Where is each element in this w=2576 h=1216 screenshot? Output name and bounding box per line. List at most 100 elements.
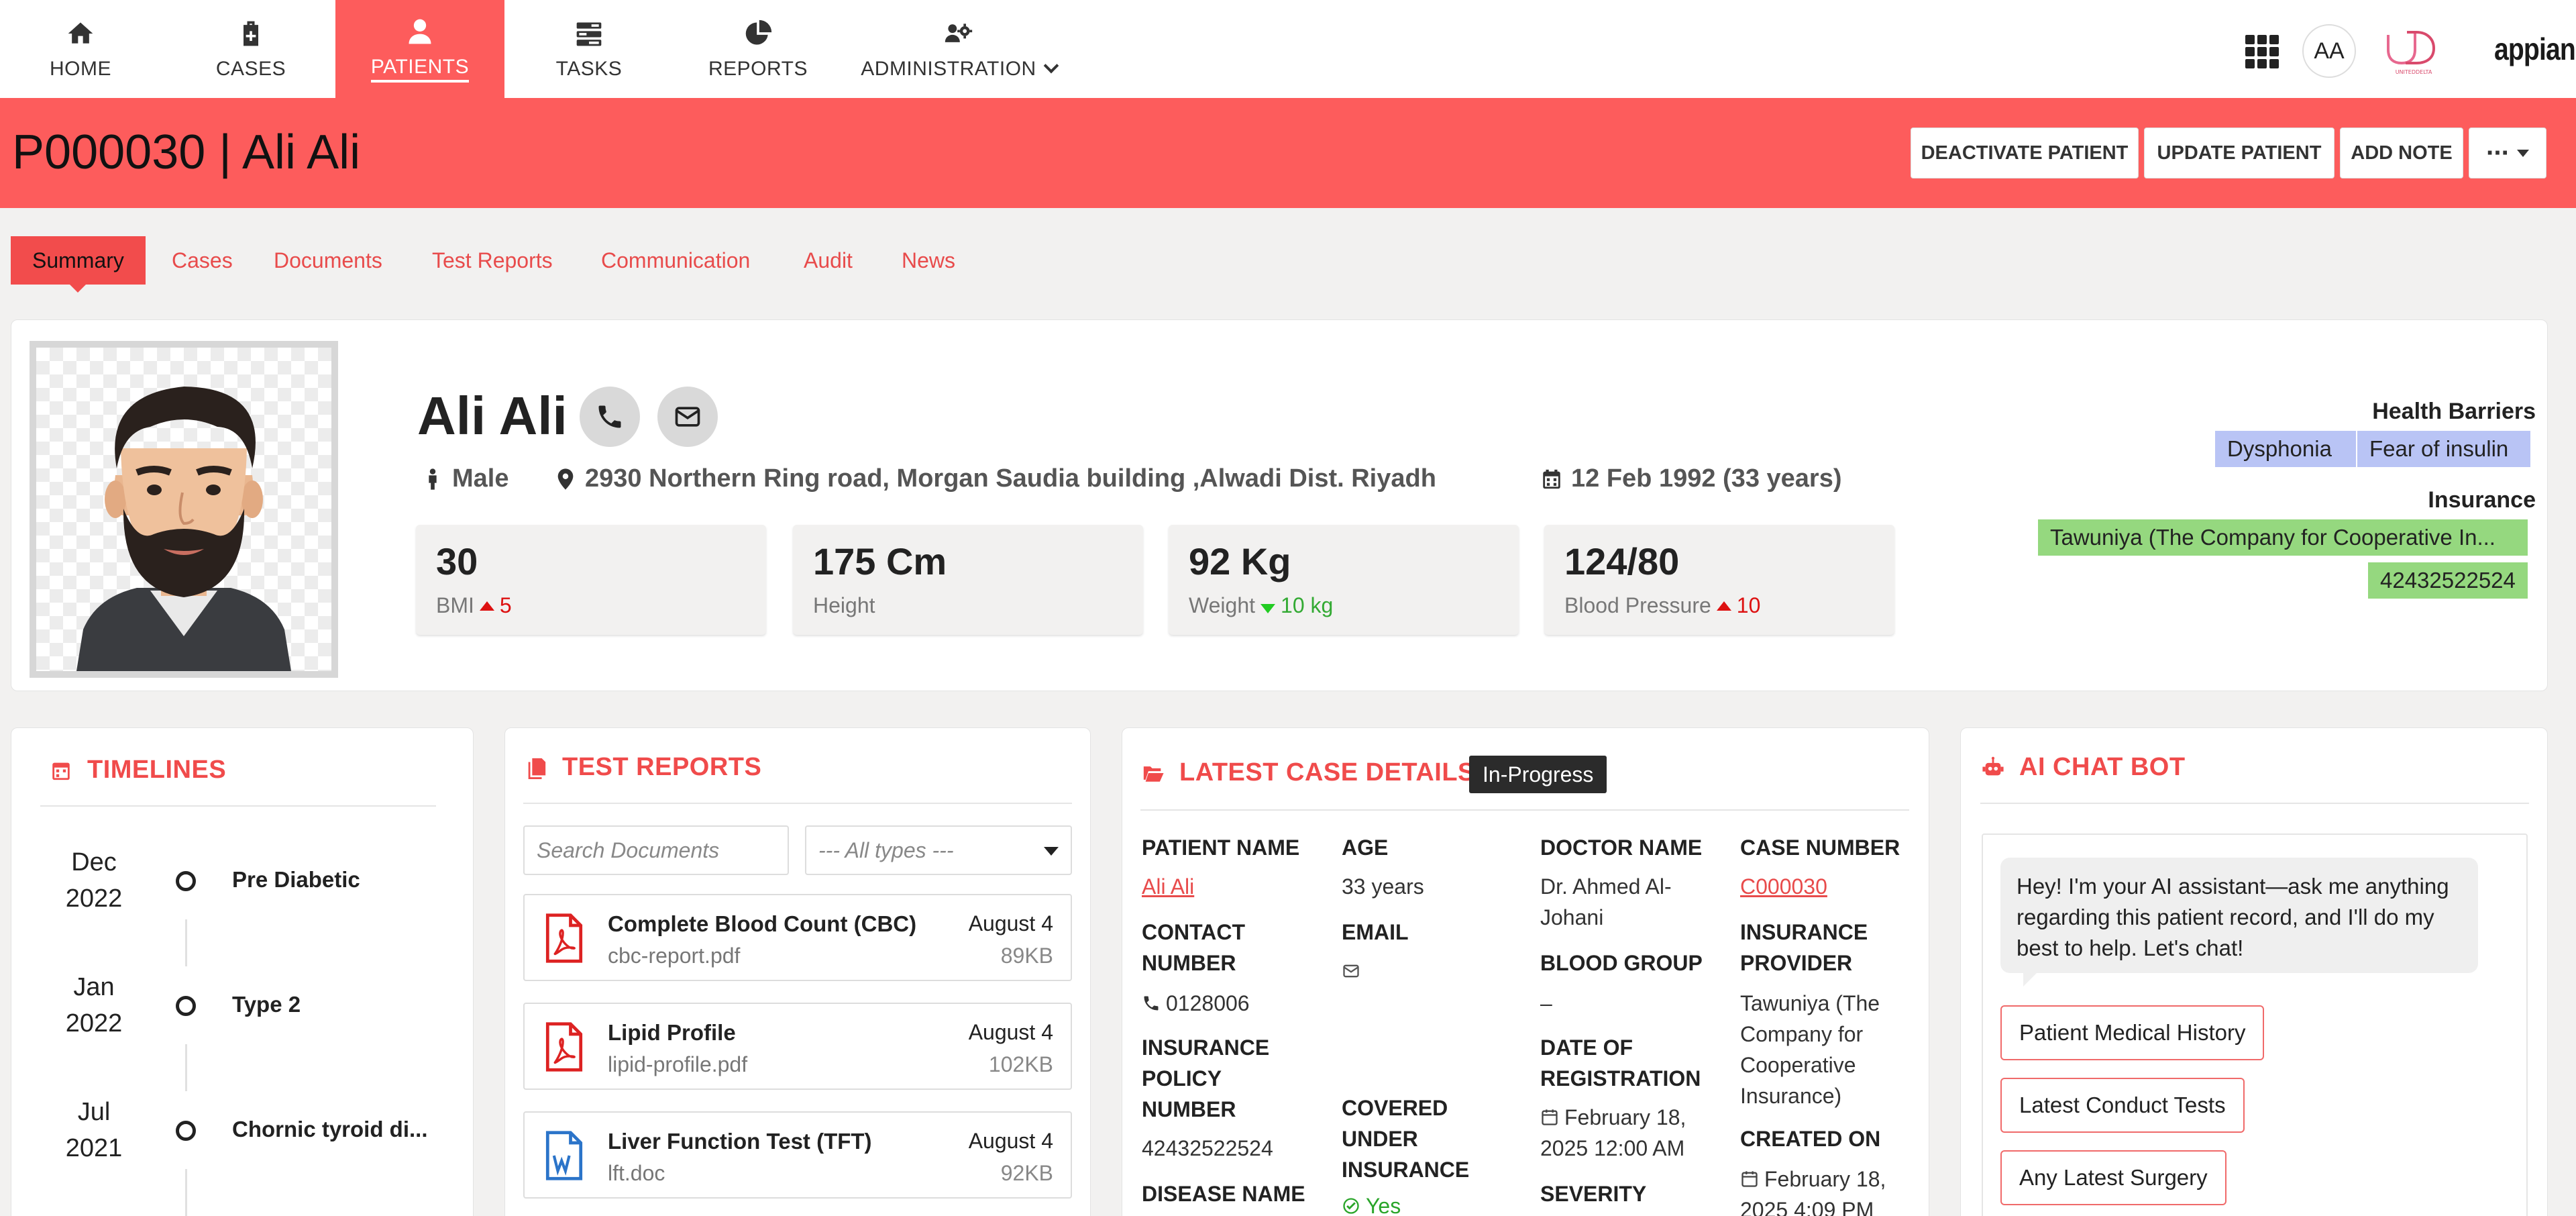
nav-tab-label: ADMINISTRATION <box>861 58 1059 81</box>
health-barrier-tag: Dysphonia <box>2215 431 2356 467</box>
suggestion-chip-latest-tests[interactable]: Latest Conduct Tests <box>2000 1078 2245 1133</box>
nav-tab-tasks[interactable]: TASKS <box>508 0 669 98</box>
envelope-icon <box>1343 964 1359 978</box>
phone-icon <box>1144 996 1159 1011</box>
field-label: SEVERITY <box>1540 1182 1647 1206</box>
divider <box>1140 809 1909 811</box>
timeline-dot <box>176 1121 196 1141</box>
users-gear-icon <box>943 17 975 50</box>
timeline-event[interactable]: Pre Diabetic <box>232 867 360 893</box>
timeline-month: Dec <box>71 848 117 876</box>
insurance-tag: Tawuniya (The Company for Cooperative In… <box>2038 519 2528 556</box>
chevron-down-icon <box>1043 58 1059 74</box>
divider <box>1980 803 2529 804</box>
map-marker-icon <box>557 468 574 490</box>
tab-summary[interactable]: Summary <box>11 236 146 293</box>
tab-cases[interactable]: Cases <box>172 236 233 285</box>
field-label-line: PROVIDER <box>1740 951 1853 975</box>
stat-blood-pressure: 124/80 Blood Pressure 10 <box>1544 525 1894 635</box>
insurance-provider-line: Tawuniya (The <box>1740 991 1880 1015</box>
stat-bmi: 30 BMI 5 <box>416 525 766 635</box>
document-item[interactable]: Lipid Profile lipid-profile.pdf August 4… <box>523 1003 1072 1090</box>
nav-tab-patients[interactable]: PATIENTS <box>335 0 504 98</box>
field-label: DISEASE NAME <box>1142 1182 1305 1206</box>
check-circle-icon <box>1343 1198 1359 1214</box>
phone-icon <box>598 405 621 428</box>
user-icon <box>404 15 436 48</box>
field-label-line: REGISTRATION <box>1540 1066 1701 1091</box>
more-actions-button[interactable]: ··· <box>2469 128 2546 179</box>
document-title: Liver Function Test (TFT) <box>608 1129 872 1154</box>
covered-text: Yes <box>1366 1194 1401 1216</box>
field-label-line: UNDER <box>1342 1127 1418 1151</box>
patient-photo <box>30 341 338 678</box>
deactivate-patient-button[interactable]: DEACTIVATE PATIENT <box>1911 128 2139 179</box>
document-date: August 4 <box>968 1020 1053 1044</box>
gender-text: Male <box>452 464 509 493</box>
divider <box>523 803 1072 804</box>
tab-communication[interactable]: Communication <box>601 236 750 285</box>
field-label-line: NUMBER <box>1142 1097 1236 1121</box>
timelines-heading: TIMELINES <box>50 756 226 784</box>
update-patient-button[interactable]: UPDATE PATIENT <box>2144 128 2334 179</box>
patient-summary-card <box>11 319 2548 691</box>
suggestion-chip-medical-history[interactable]: Patient Medical History <box>2000 1005 2265 1060</box>
patient-name-link[interactable]: Ali Ali <box>1142 871 1194 902</box>
stat-height: 175 Cm Height <box>793 525 1143 635</box>
stat-value: 175 Cm <box>813 540 947 582</box>
timeline-event[interactable]: Chornic tyroid di... <box>232 1117 428 1142</box>
folder-open-icon <box>1143 766 1164 782</box>
contact-number-text: 0128006 <box>1166 991 1250 1015</box>
timeline-event[interactable]: Type 2 <box>232 992 301 1017</box>
field-label: COVERED UNDER INSURANCE <box>1342 1093 1469 1185</box>
trend-up-icon <box>479 601 494 611</box>
add-note-button[interactable]: ADD NOTE <box>2340 128 2463 179</box>
tab-documents[interactable]: Documents <box>274 236 382 285</box>
nav-tab-label-text: ADMINISTRATION <box>861 58 1036 80</box>
stat-label: BMI <box>436 593 474 617</box>
nav-tab-reports[interactable]: REPORTS <box>678 0 839 98</box>
organization-logo: UNITEDDELTA <box>2387 31 2436 75</box>
stat-label: Height <box>813 593 875 617</box>
call-button[interactable] <box>580 387 640 447</box>
document-item[interactable]: Complete Blood Count (CBC) cbc-report.pd… <box>523 894 1072 981</box>
user-avatar[interactable]: AA <box>2302 24 2356 78</box>
nav-tab-home[interactable]: HOME <box>0 0 161 98</box>
nav-tab-administration[interactable]: ADMINISTRATION <box>852 0 1065 98</box>
insurance-label: Insurance <box>2428 487 2536 513</box>
svg-text:UNITEDDELTA: UNITEDDELTA <box>2396 69 2432 75</box>
email-button[interactable] <box>657 387 718 447</box>
insurance-provider-line: Cooperative <box>1740 1053 1856 1077</box>
person-icon <box>429 468 437 490</box>
doctor-name: Dr. Ahmed Al- Johani <box>1540 871 1672 933</box>
patient-dob: 12 Feb 1992 (33 years) <box>1540 464 1842 493</box>
field-label: DATE OF REGISTRATION <box>1540 1032 1701 1094</box>
stat-weight: 92 Kg Weight 10 kg <box>1169 525 1519 635</box>
tab-news[interactable]: News <box>902 236 955 285</box>
nav-tab-cases[interactable]: CASES <box>170 0 331 98</box>
document-item[interactable]: Liver Function Test (TFT) lft.doc August… <box>523 1111 1072 1199</box>
timeline-date: Dec 2022 <box>47 844 141 917</box>
case-details-heading: LATEST CASE DETAILS <box>1142 758 1475 787</box>
case-number-link[interactable]: C000030 <box>1740 871 1827 902</box>
trend-up-icon <box>1716 601 1731 611</box>
document-title: Complete Blood Count (CBC) <box>608 911 917 936</box>
stat-delta: 10 kg <box>1281 593 1334 617</box>
message-line: Hey! I'm your AI assistant—ask me anythi… <box>2017 874 2449 899</box>
tab-test-reports[interactable]: Test Reports <box>432 236 553 285</box>
search-documents-input[interactable]: Search Documents <box>523 825 789 875</box>
app-grid-icon[interactable] <box>2245 35 2279 68</box>
suggestion-chip-latest-surgery[interactable]: Any Latest Surgery <box>2000 1150 2226 1205</box>
insurance-provider-line: Insurance) <box>1740 1084 1842 1108</box>
document-type-select[interactable]: --- All types --- <box>805 825 1072 875</box>
stat-label-row: Weight 10 kg <box>1189 593 1333 618</box>
timeline-connector <box>185 1044 187 1091</box>
tab-audit[interactable]: Audit <box>804 236 853 285</box>
stat-label-row: Blood Pressure 10 <box>1564 593 1760 618</box>
field-label-line: CONTACT <box>1142 920 1246 944</box>
pdf-file-icon <box>545 1022 583 1072</box>
chat-bot-heading: AI CHAT BOT <box>1982 753 2186 782</box>
timeline-year: 2022 <box>65 1009 123 1037</box>
covered-value: Yes <box>1342 1190 1401 1216</box>
calendar-icon <box>1542 1109 1558 1125</box>
